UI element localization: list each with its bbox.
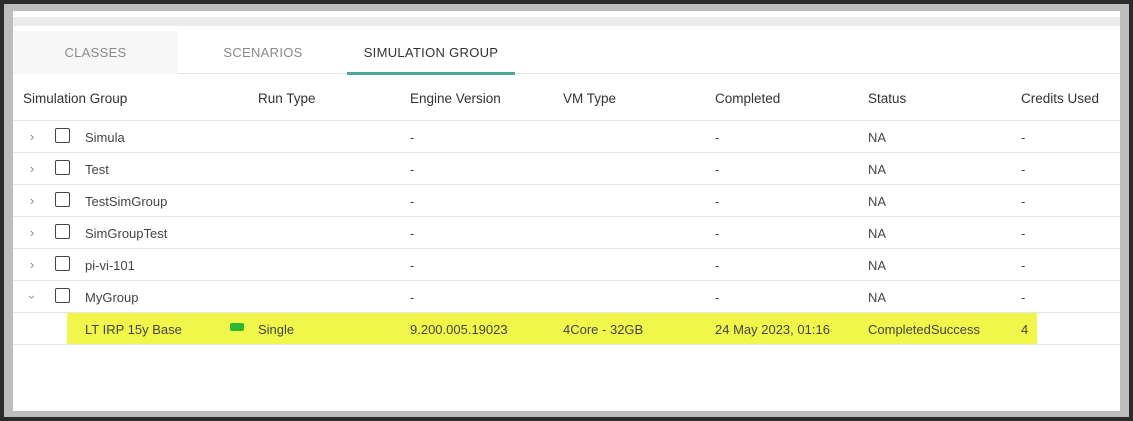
table-row[interactable]: › TestSimGroup - - NA - bbox=[13, 185, 1120, 217]
status: NA bbox=[868, 226, 887, 241]
tab-bar: CLASSES SCENARIOS SIMULATION GROUP bbox=[13, 31, 1120, 75]
credits-used: - bbox=[1021, 226, 1026, 241]
status: CompletedSuccess bbox=[868, 322, 980, 337]
engine-version: - bbox=[410, 290, 415, 305]
chevron-down-icon[interactable]: › bbox=[25, 290, 40, 304]
chevron-right-icon[interactable]: › bbox=[25, 162, 39, 176]
row-checkbox[interactable] bbox=[55, 192, 70, 207]
credits-used: - bbox=[1021, 290, 1026, 305]
completed: 24 May 2023, 01:16 bbox=[715, 322, 830, 337]
engine-version: - bbox=[410, 258, 415, 273]
completed: - bbox=[715, 130, 720, 145]
group-name: TestSimGroup bbox=[85, 194, 168, 209]
col-header-run-type[interactable]: Run Type bbox=[258, 91, 316, 106]
tab-scenarios[interactable]: SCENARIOS bbox=[179, 31, 347, 74]
completed: - bbox=[715, 258, 720, 273]
col-header-simulation-group[interactable]: Simulation Group bbox=[23, 91, 127, 106]
completed: - bbox=[715, 290, 720, 305]
top-strip bbox=[13, 17, 1120, 26]
group-name: Test bbox=[85, 162, 109, 177]
completed: - bbox=[715, 226, 720, 241]
col-header-vm-type[interactable]: VM Type bbox=[563, 91, 616, 106]
row-checkbox[interactable] bbox=[55, 288, 70, 303]
tab-simulation-group[interactable]: SIMULATION GROUP bbox=[347, 31, 515, 75]
status: NA bbox=[868, 162, 887, 177]
completed: - bbox=[715, 194, 720, 209]
simulation-name[interactable]: LT IRP 15y Base bbox=[85, 322, 182, 337]
row-checkbox[interactable] bbox=[55, 256, 70, 271]
credits-used: - bbox=[1021, 258, 1026, 273]
group-name: pi-vi-101 bbox=[85, 258, 135, 273]
table-row[interactable]: › Test - - NA - bbox=[13, 153, 1120, 185]
col-header-engine-version[interactable]: Engine Version bbox=[410, 91, 501, 106]
table-row[interactable]: › pi-vi-101 - - NA - bbox=[13, 249, 1120, 281]
status: NA bbox=[868, 258, 887, 273]
status: NA bbox=[868, 194, 887, 209]
table-row[interactable]: › Simula - - NA - bbox=[13, 121, 1120, 153]
completed: - bbox=[715, 162, 720, 177]
row-checkbox[interactable] bbox=[55, 224, 70, 239]
status: NA bbox=[868, 130, 887, 145]
credits-used: - bbox=[1021, 162, 1026, 177]
run-type: Single bbox=[258, 322, 295, 337]
group-name: Simula bbox=[85, 130, 125, 145]
group-name: SimGroupTest bbox=[85, 226, 168, 241]
chevron-right-icon[interactable]: › bbox=[25, 258, 39, 272]
row-checkbox[interactable] bbox=[55, 160, 70, 175]
chevron-right-icon[interactable]: › bbox=[25, 226, 39, 240]
status: NA bbox=[868, 290, 887, 305]
vm-type: 4Core - 32GB bbox=[563, 322, 644, 337]
row-checkbox[interactable] bbox=[55, 128, 70, 143]
engine-version: - bbox=[410, 194, 415, 209]
credits-used: - bbox=[1021, 130, 1026, 145]
col-header-status[interactable]: Status bbox=[868, 91, 906, 106]
table-row[interactable]: › SimGroupTest - - NA - bbox=[13, 217, 1120, 249]
engine-version: 9.200.005.19023 bbox=[410, 322, 508, 337]
col-header-credits-used[interactable]: Credits Used bbox=[1021, 91, 1099, 106]
child-table-row[interactable]: LT IRP 15y Base Single 9.200.005.19023 4… bbox=[13, 313, 1120, 345]
chevron-right-icon[interactable]: › bbox=[25, 194, 39, 208]
credits-used: - bbox=[1021, 194, 1026, 209]
credits-used: 4 bbox=[1021, 322, 1029, 337]
group-name: MyGroup bbox=[85, 290, 139, 305]
engine-version: - bbox=[410, 162, 415, 177]
window-frame: CLASSES SCENARIOS SIMULATION GROUP Simul… bbox=[4, 4, 1129, 417]
simulation-panel: CLASSES SCENARIOS SIMULATION GROUP Simul… bbox=[13, 11, 1120, 411]
tab-classes[interactable]: CLASSES bbox=[13, 31, 178, 74]
table-row[interactable]: › MyGroup - - NA - bbox=[13, 281, 1120, 313]
engine-version: - bbox=[410, 226, 415, 241]
chevron-right-icon[interactable]: › bbox=[25, 130, 39, 144]
status-indicator-icon bbox=[230, 323, 244, 331]
engine-version: - bbox=[410, 130, 415, 145]
table-header: Simulation Group Run Type Engine Version… bbox=[13, 75, 1120, 121]
col-header-completed[interactable]: Completed bbox=[715, 91, 780, 106]
